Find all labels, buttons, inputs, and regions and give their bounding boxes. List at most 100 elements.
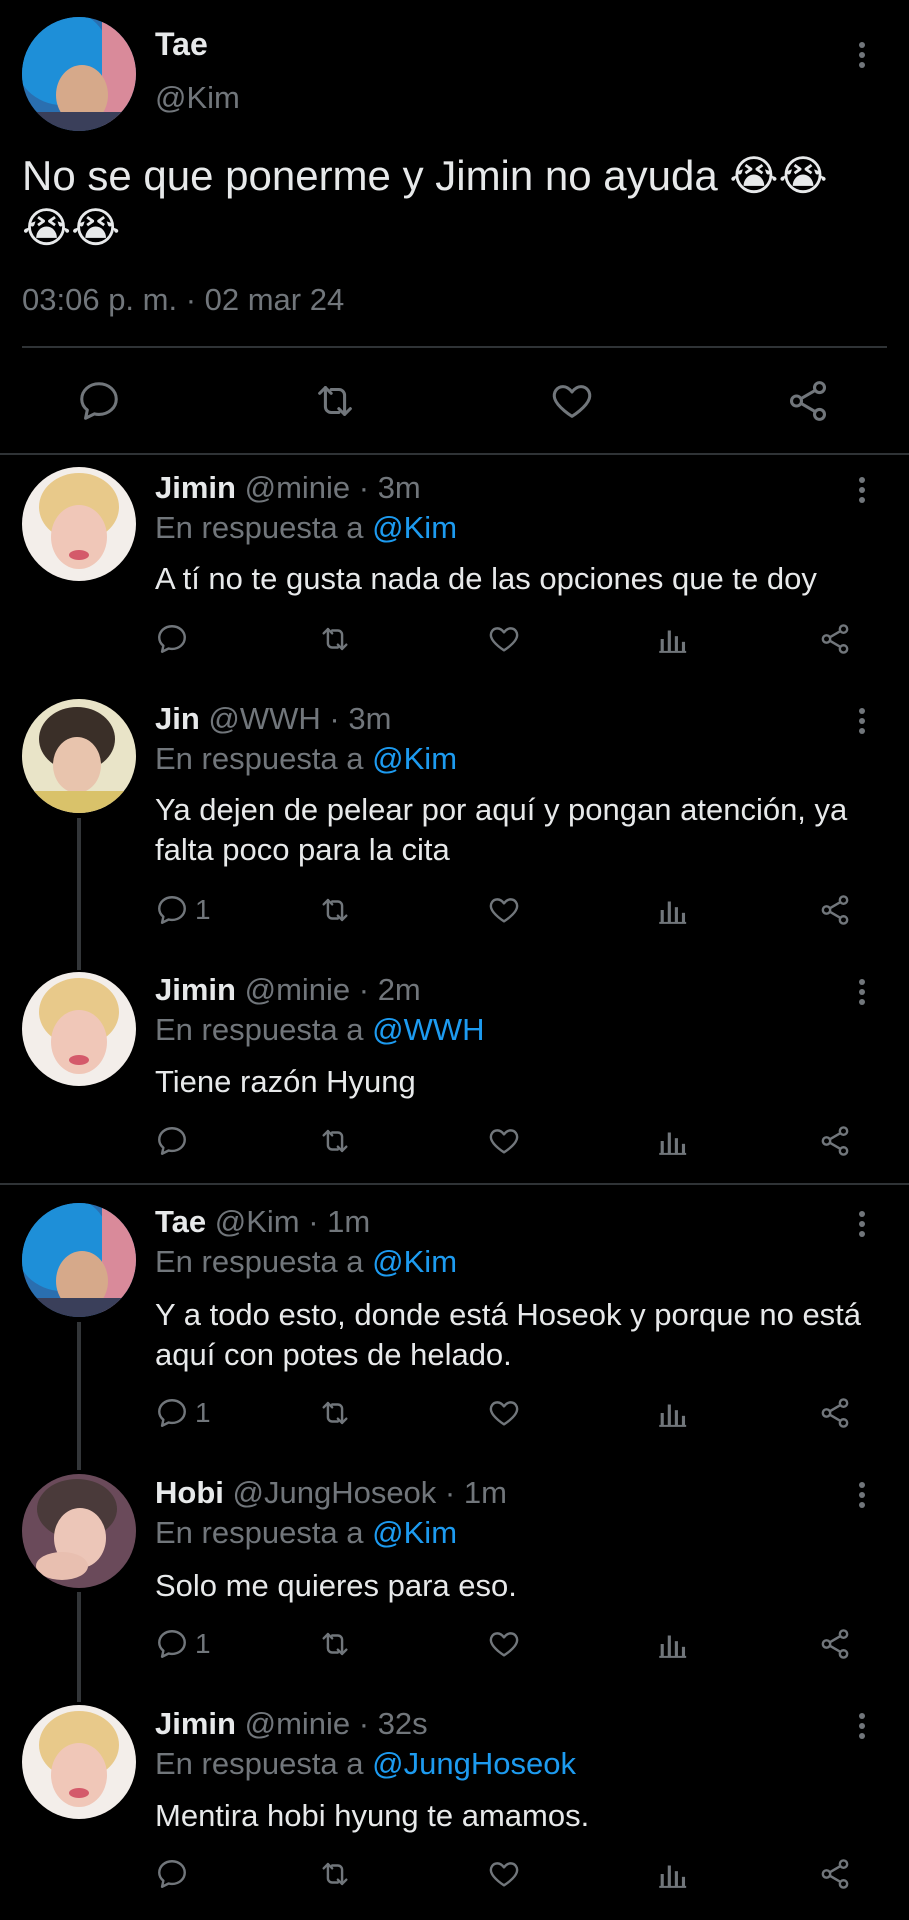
reply-header: Jimin @minie · 3m xyxy=(155,470,421,506)
views-button[interactable] xyxy=(655,622,689,656)
comment-icon xyxy=(158,1127,186,1155)
reply-to-link[interactable]: @WWH xyxy=(372,1012,484,1047)
heart-icon xyxy=(489,627,519,652)
reply-button[interactable]: 1 xyxy=(155,893,211,927)
avatar-jimin[interactable] xyxy=(22,972,136,1086)
reply-meta[interactable]: @minie · 32s xyxy=(245,1706,428,1741)
reply-prefix: En respuesta a xyxy=(155,741,364,776)
share-button[interactable] xyxy=(818,893,852,927)
reply-meta[interactable]: @WWH · 3m xyxy=(208,701,391,736)
reply-button[interactable] xyxy=(76,378,122,424)
retweet-icon xyxy=(322,898,348,922)
reply-author-name[interactable]: Jimin xyxy=(155,470,236,505)
views-button[interactable] xyxy=(655,1857,689,1891)
reply-to-link[interactable]: @Kim xyxy=(372,510,457,545)
heart-icon xyxy=(489,1129,519,1154)
analytics-icon xyxy=(659,901,687,924)
more-vertical-icon[interactable] xyxy=(859,708,867,738)
avatar-tae[interactable] xyxy=(22,1203,136,1317)
share-button[interactable] xyxy=(818,1396,852,1430)
reply-button[interactable] xyxy=(155,622,195,656)
like-button[interactable] xyxy=(487,1124,521,1158)
reply-text: A tí no te gusta nada de las opciones qu… xyxy=(155,561,817,596)
reply-author-name[interactable]: Jimin xyxy=(155,1706,236,1741)
share-button[interactable] xyxy=(818,1627,852,1661)
divider xyxy=(0,453,909,455)
reply-button[interactable] xyxy=(155,1857,195,1891)
like-button[interactable] xyxy=(487,1857,521,1891)
reply-meta[interactable]: @Kim · 1m xyxy=(215,1204,370,1239)
like-button[interactable] xyxy=(487,1396,521,1430)
comment-icon xyxy=(80,382,118,420)
retweet-icon xyxy=(322,627,348,651)
reply-text: Mentira hobi hyung te amamos. xyxy=(155,1798,590,1833)
views-button[interactable] xyxy=(655,1627,689,1661)
share-button[interactable] xyxy=(818,1857,852,1891)
like-button[interactable] xyxy=(487,893,521,927)
reply-header: Jimin @minie · 2m xyxy=(155,972,421,1008)
reply-author-name[interactable]: Hobi xyxy=(155,1475,224,1510)
share-icon xyxy=(821,1629,849,1659)
reply-author-name[interactable]: Tae xyxy=(155,1204,206,1239)
reply-to-link[interactable]: @Kim xyxy=(372,1515,457,1550)
reply-meta[interactable]: @JungHoseok · 1m xyxy=(233,1475,507,1510)
avatar-jin[interactable] xyxy=(22,699,136,813)
reply-to-link[interactable]: @Kim xyxy=(372,1244,457,1279)
reply-header: Tae @Kim · 1m xyxy=(155,1204,370,1240)
author-handle[interactable]: @Kim xyxy=(155,80,240,116)
views-button[interactable] xyxy=(655,1124,689,1158)
reply-author-name[interactable]: Jimin xyxy=(155,972,236,1007)
divider xyxy=(22,346,887,348)
reply-prefix: En respuesta a xyxy=(155,1746,364,1781)
thread-line xyxy=(77,818,81,970)
views-button[interactable] xyxy=(655,893,689,927)
reply-to-link[interactable]: @JungHoseok xyxy=(372,1746,576,1781)
retweet-button[interactable] xyxy=(318,893,352,927)
reply-to-line: En respuesta a @Kim xyxy=(155,510,457,546)
reply-author-name[interactable]: Jin xyxy=(155,701,200,736)
retweet-button[interactable] xyxy=(318,1124,352,1158)
avatar-hobi[interactable] xyxy=(22,1474,136,1588)
reply-button[interactable]: 1 xyxy=(155,1396,211,1430)
more-vertical-icon[interactable] xyxy=(859,477,867,507)
more-vertical-icon[interactable] xyxy=(859,979,867,1009)
share-button[interactable] xyxy=(818,1124,852,1158)
reply-meta[interactable]: @minie · 2m xyxy=(245,972,421,1007)
retweet-icon xyxy=(318,386,352,416)
avatar-jimin[interactable] xyxy=(22,467,136,581)
like-button[interactable] xyxy=(549,378,595,424)
comment-icon xyxy=(158,1399,186,1427)
reply-header: Jin @WWH · 3m xyxy=(155,701,391,737)
more-vertical-icon[interactable] xyxy=(859,42,867,72)
analytics-icon xyxy=(659,630,687,653)
analytics-icon xyxy=(659,1865,687,1888)
reply-prefix: En respuesta a xyxy=(155,510,364,545)
avatar-jimin[interactable] xyxy=(22,1705,136,1819)
retweet-button[interactable] xyxy=(318,1857,352,1891)
like-button[interactable] xyxy=(487,622,521,656)
retweet-button[interactable] xyxy=(318,1627,352,1661)
reply-meta[interactable]: @minie · 3m xyxy=(245,470,421,505)
thread-line xyxy=(77,1322,81,1470)
views-button[interactable] xyxy=(655,1396,689,1430)
share-button[interactable] xyxy=(818,622,852,656)
more-vertical-icon[interactable] xyxy=(859,1211,867,1241)
retweet-button[interactable] xyxy=(318,622,352,656)
reply-button[interactable]: 1 xyxy=(155,1627,211,1661)
reply-to-link[interactable]: @Kim xyxy=(372,741,457,776)
retweet-button[interactable] xyxy=(312,378,358,424)
avatar-tae[interactable] xyxy=(22,17,136,131)
reply-button[interactable] xyxy=(155,1124,195,1158)
share-icon xyxy=(821,624,849,654)
share-button[interactable] xyxy=(785,378,831,424)
comment-icon xyxy=(158,625,186,653)
reply-count: 1 xyxy=(195,894,211,925)
like-button[interactable] xyxy=(487,1627,521,1661)
more-vertical-icon[interactable] xyxy=(859,1713,867,1743)
reply-to-line: En respuesta a @JungHoseok xyxy=(155,1746,576,1782)
author-name[interactable]: Tae xyxy=(155,26,208,63)
retweet-button[interactable] xyxy=(318,1396,352,1430)
more-vertical-icon[interactable] xyxy=(859,1482,867,1512)
share-icon xyxy=(821,1859,849,1889)
reply-prefix: En respuesta a xyxy=(155,1515,364,1550)
